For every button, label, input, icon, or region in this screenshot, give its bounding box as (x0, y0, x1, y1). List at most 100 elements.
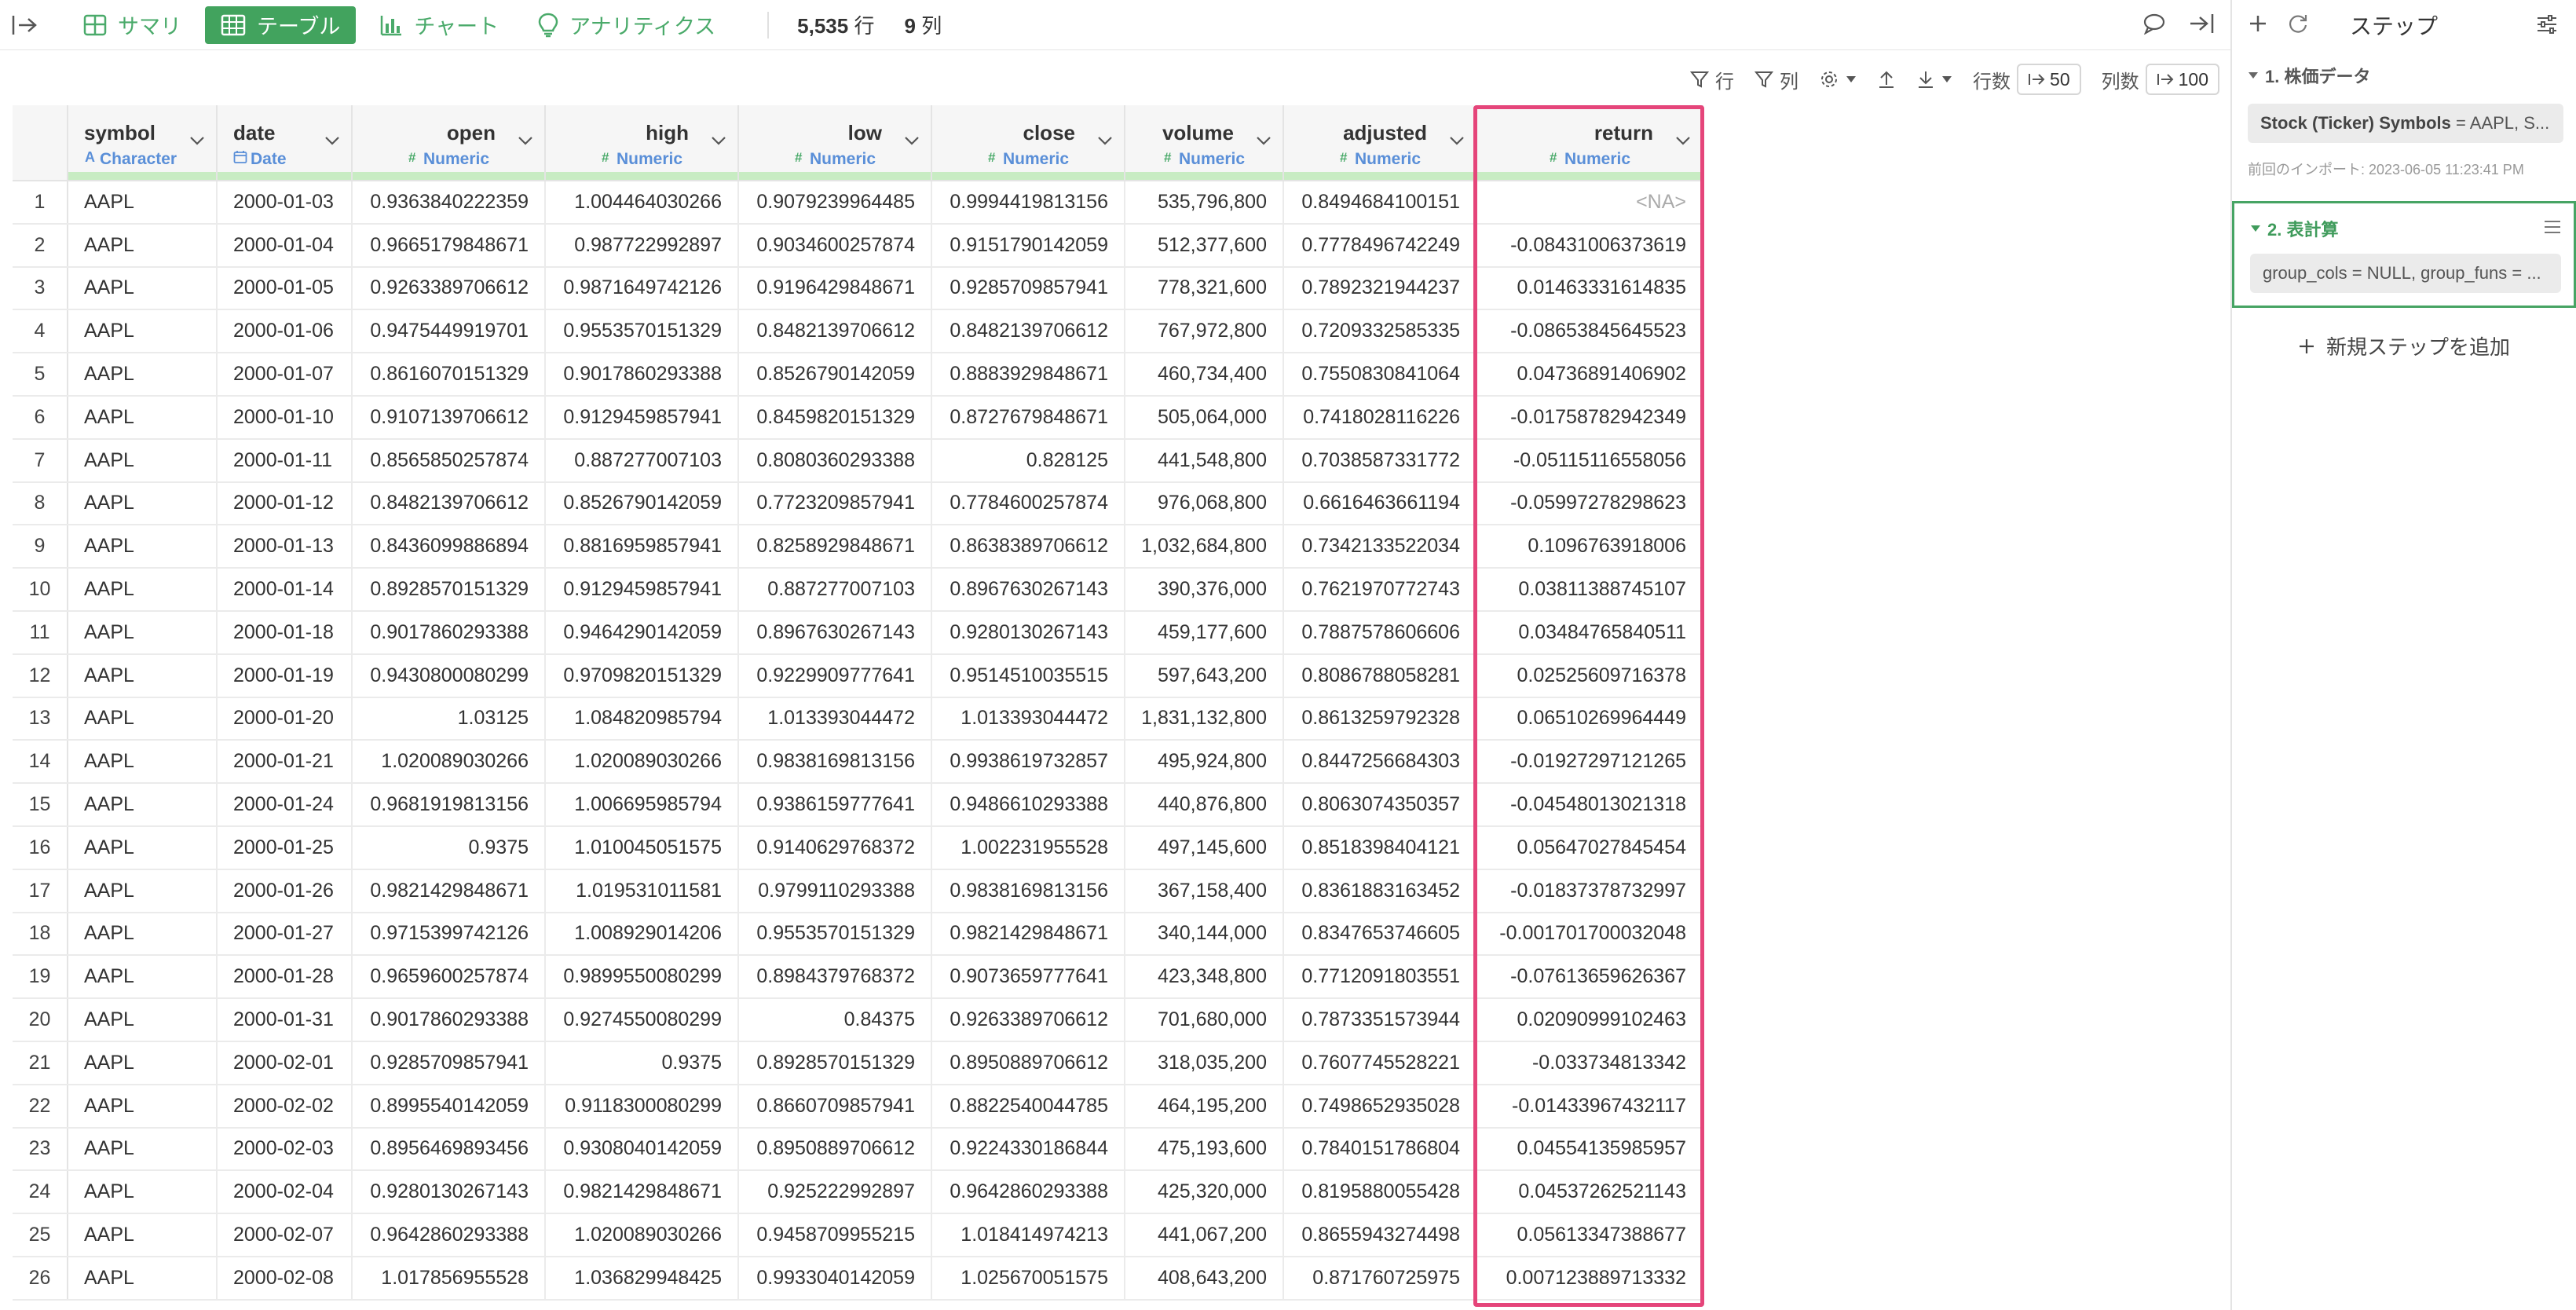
cell-return[interactable]: -0.05997278298623 (1476, 481, 1703, 526)
cell-high[interactable]: 0.9709820151329 (545, 653, 739, 698)
cell-date[interactable]: 2000-01-28 (217, 955, 353, 1000)
cell-close[interactable]: 0.8967630267143 (931, 568, 1125, 612)
column-header-low[interactable]: low # Numeric (738, 105, 932, 181)
cell-open[interactable]: 0.9430800080299 (352, 653, 546, 698)
cell-date[interactable]: 2000-01-25 (217, 825, 353, 870)
cell-open[interactable]: 0.9017860293388 (352, 998, 546, 1042)
cell-symbol[interactable]: AAPL (68, 1127, 218, 1172)
cell-adjusted[interactable]: 0.8655943274498 (1283, 1213, 1477, 1257)
cell-low[interactable]: 0.9140629768372 (738, 825, 932, 870)
cell-return[interactable]: -0.01758782942349 (1476, 395, 1703, 440)
cell-close[interactable]: 0.9514510035515 (931, 653, 1125, 698)
cell-adjusted[interactable]: 0.7621970772743 (1283, 568, 1477, 612)
cell-return[interactable]: -0.01433967432117 (1476, 1084, 1703, 1129)
cell-open[interactable]: 1.03125 (352, 697, 546, 741)
row-number[interactable]: 17 (13, 869, 68, 913)
cell-high[interactable]: 1.008929014206 (545, 912, 739, 957)
cell-symbol[interactable]: AAPL (68, 825, 218, 870)
cell-high[interactable]: 0.8816959857941 (545, 525, 739, 569)
cell-return[interactable]: 0.02090999102463 (1476, 998, 1703, 1042)
column-header-date[interactable]: date Date (217, 105, 353, 181)
cell-volume[interactable]: 367,158,400 (1125, 869, 1284, 913)
chevron-down-icon[interactable] (1097, 129, 1113, 152)
cell-date[interactable]: 2000-02-07 (217, 1213, 353, 1257)
cell-open[interactable]: 0.8928570151329 (352, 568, 546, 612)
cell-symbol[interactable]: AAPL (68, 395, 218, 440)
cell-adjusted[interactable]: 0.7712091803551 (1283, 955, 1477, 1000)
cell-high[interactable]: 0.9308040142059 (545, 1127, 739, 1172)
filter-columns-button[interactable]: 列 (1755, 66, 1798, 93)
cell-symbol[interactable]: AAPL (68, 1170, 218, 1215)
row-number[interactable]: 13 (13, 697, 68, 741)
row-number[interactable]: 12 (13, 653, 68, 698)
cell-low[interactable]: 0.9034600257874 (738, 223, 932, 268)
tab-table[interactable]: テーブル (205, 5, 357, 44)
tab-chart[interactable]: チャート (364, 6, 514, 44)
cell-volume[interactable]: 441,548,800 (1125, 438, 1284, 483)
add-icon[interactable] (2248, 13, 2268, 38)
cell-low[interactable]: 0.8080360293388 (738, 438, 932, 483)
cell-close[interactable]: 0.9285709857941 (931, 266, 1125, 311)
cell-close[interactable]: 0.9224330186844 (931, 1127, 1125, 1172)
cell-high[interactable]: 1.010045051575 (545, 825, 739, 870)
step-1-parameters[interactable]: Stock (Ticker) Symbols = AAPL, S... (2248, 104, 2563, 143)
row-number[interactable]: 3 (13, 266, 68, 311)
cell-volume[interactable]: 701,680,000 (1125, 998, 1284, 1042)
cell-return[interactable]: 0.03811388745107 (1476, 568, 1703, 612)
cell-return[interactable]: 0.05613347388677 (1476, 1213, 1703, 1257)
cell-low[interactable]: 0.8967630267143 (738, 610, 932, 655)
cell-symbol[interactable]: AAPL (68, 1256, 218, 1301)
cell-volume[interactable]: 340,144,000 (1125, 912, 1284, 957)
cell-close[interactable]: 0.9073659777641 (931, 955, 1125, 1000)
cell-adjusted[interactable]: 0.8613259792328 (1283, 697, 1477, 741)
cell-adjusted[interactable]: 0.7778496742249 (1283, 223, 1477, 268)
cell-symbol[interactable]: AAPL (68, 1213, 218, 1257)
cell-volume[interactable]: 497,145,600 (1125, 825, 1284, 870)
cell-close[interactable]: 0.8822540044785 (931, 1084, 1125, 1129)
cell-symbol[interactable]: AAPL (68, 740, 218, 785)
chevron-down-icon[interactable] (189, 129, 205, 152)
cell-open[interactable]: 0.8956469893456 (352, 1127, 546, 1172)
cell-date[interactable]: 2000-01-03 (217, 181, 353, 225)
column-header-high[interactable]: high # Numeric (545, 105, 739, 181)
cell-return[interactable]: 0.04537262521143 (1476, 1170, 1703, 1215)
cell-symbol[interactable]: AAPL (68, 266, 218, 311)
cell-return[interactable]: -0.08431006373619 (1476, 223, 1703, 268)
cell-close[interactable]: 1.013393044472 (931, 697, 1125, 741)
cell-close[interactable]: 1.002231955528 (931, 825, 1125, 870)
cell-symbol[interactable]: AAPL (68, 653, 218, 698)
column-header-symbol[interactable]: symbol A Character (68, 105, 218, 181)
cell-close[interactable]: 0.9151790142059 (931, 223, 1125, 268)
cell-high[interactable]: 1.020089030266 (545, 740, 739, 785)
cell-adjusted[interactable]: 0.8195880055428 (1283, 1170, 1477, 1215)
cell-volume[interactable]: 495,924,800 (1125, 740, 1284, 785)
cell-date[interactable]: 2000-01-19 (217, 653, 353, 698)
chevron-down-icon[interactable] (904, 129, 920, 152)
cell-volume[interactable]: 475,193,600 (1125, 1127, 1284, 1172)
cell-close[interactable]: 1.025670051575 (931, 1256, 1125, 1301)
row-number[interactable]: 14 (13, 740, 68, 785)
cell-volume[interactable]: 460,734,400 (1125, 353, 1284, 397)
row-number[interactable]: 19 (13, 955, 68, 1000)
cell-date[interactable]: 2000-01-18 (217, 610, 353, 655)
cell-return[interactable]: -0.08653845645523 (1476, 309, 1703, 354)
column-header-open[interactable]: open # Numeric (352, 105, 546, 181)
cell-high[interactable]: 0.987722992897 (545, 223, 739, 268)
comment-icon[interactable] (2142, 13, 2166, 38)
cell-open[interactable]: 0.9821429848671 (352, 869, 546, 913)
cell-symbol[interactable]: AAPL (68, 955, 218, 1000)
cell-adjusted[interactable]: 0.7209332585335 (1283, 309, 1477, 354)
cell-volume[interactable]: 423,348,800 (1125, 955, 1284, 1000)
cell-low[interactable]: 0.8950889706612 (738, 1127, 932, 1172)
refresh-icon[interactable] (2287, 13, 2309, 38)
cell-high[interactable]: 0.9821429848671 (545, 1170, 739, 1215)
collapse-left-panel-button[interactable] (0, 0, 49, 50)
cell-volume[interactable]: 390,376,000 (1125, 568, 1284, 612)
cell-return[interactable]: -0.01927297121265 (1476, 740, 1703, 785)
cell-return[interactable]: -0.033734813342 (1476, 1041, 1703, 1085)
cell-return[interactable]: 0.01463331614835 (1476, 266, 1703, 311)
cell-return[interactable]: <NA> (1476, 181, 1703, 225)
cell-low[interactable]: 0.9079239964485 (738, 181, 932, 225)
cell-date[interactable]: 2000-01-13 (217, 525, 353, 569)
cell-adjusted[interactable]: 0.7840151786804 (1283, 1127, 1477, 1172)
